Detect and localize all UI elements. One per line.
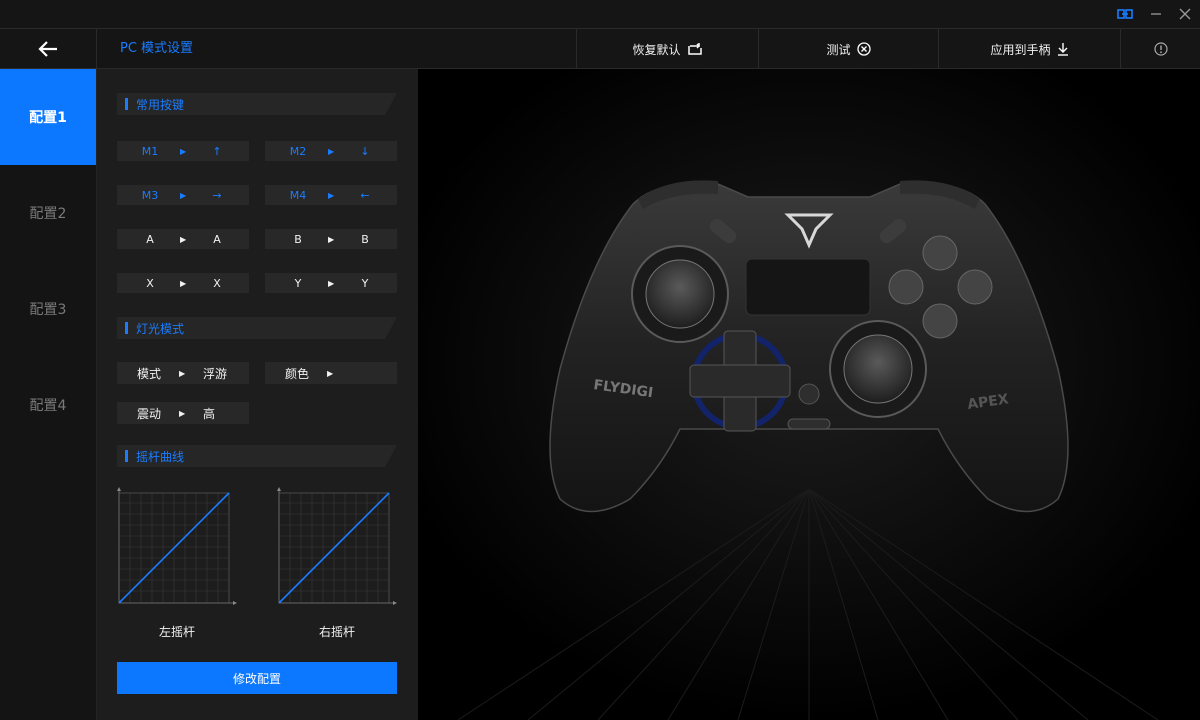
close-icon[interactable] <box>1174 4 1196 24</box>
tab-config-4[interactable]: 配置4 <box>0 357 96 453</box>
key-mapping-m2[interactable]: M2 ▶ ↓ <box>265 141 397 161</box>
right-stick-label: 右摇杆 <box>318 625 355 639</box>
config-tabs: 配置1 配置2 配置3 配置4 <box>0 69 97 720</box>
key-source: Y <box>294 276 302 290</box>
left-stick-label: 左摇杆 <box>158 625 195 639</box>
arrow-right-icon: ▶ <box>328 146 335 156</box>
common-keys-header: 常用按键 <box>117 93 397 115</box>
arrow-right-icon: ▶ <box>179 408 186 418</box>
title-bar <box>0 0 1200 28</box>
download-icon <box>1057 43 1068 56</box>
arrow-right-icon: ▶ <box>180 146 187 156</box>
arrow-right-icon: ▶ <box>180 234 187 244</box>
key-target: → <box>212 188 222 202</box>
tab-config-3[interactable]: 配置3 <box>0 261 96 357</box>
key-mapping-m1[interactable]: M1 ▶ ↑ <box>117 141 249 161</box>
light-mode-header: 灯光模式 <box>117 317 397 339</box>
controller-image: FLYDIGI APEX <box>418 69 1200 720</box>
key-source: M3 <box>141 188 159 202</box>
restore-default-button[interactable]: 恢复默认 <box>576 29 758 69</box>
key-source: M2 <box>289 144 307 158</box>
key-target: A <box>213 232 221 246</box>
key-target: X <box>213 276 221 290</box>
test-button[interactable]: 测试 <box>758 29 938 69</box>
key-source: M4 <box>289 188 307 202</box>
apply-to-controller-button[interactable]: 应用到手柄 <box>938 29 1120 69</box>
common-keys-title: 常用按键 <box>136 97 185 112</box>
header-bar: PC 模式设置 恢复默认 测试 应用到手柄 <box>0 28 1200 69</box>
light-color-select[interactable]: 颜色 ▶ <box>265 362 397 384</box>
arrow-right-icon: ▶ <box>180 278 187 288</box>
controller-preview: FLYDIGI APEX <box>418 69 1200 720</box>
arrow-right-icon: ▶ <box>180 190 187 200</box>
key-mapping-m3[interactable]: M3 ▶ → <box>117 185 249 205</box>
key-mapping-x[interactable]: X ▶ X <box>117 273 249 293</box>
right-stick-curve[interactable] <box>275 487 397 609</box>
arrow-right-icon: ▶ <box>328 190 335 200</box>
test-label: 测试 <box>826 42 851 57</box>
settings-panel: 常用按键 M1 ▶ ↑ M2 ▶ ↓ M3 ▶ → M4 ▶ ← A ▶ A B… <box>97 69 418 720</box>
light-mode-title: 灯光模式 <box>136 321 185 336</box>
key-mapping-m4[interactable]: M4 ▶ ← <box>265 185 397 205</box>
key-target: ↑ <box>212 144 222 158</box>
page-title: PC 模式设置 <box>120 41 194 56</box>
key-target: Y <box>361 276 369 290</box>
key-source: M1 <box>141 144 159 158</box>
arrow-right-icon: ▶ <box>179 368 186 378</box>
minimize-icon[interactable] <box>1145 4 1167 24</box>
arrow-right-icon: ▶ <box>327 368 334 378</box>
vibration-select[interactable]: 震动 ▶ 高 <box>117 402 249 424</box>
light-mode-value: 浮游 <box>203 366 228 381</box>
key-source: A <box>146 232 154 246</box>
light-color-label: 颜色 <box>285 366 310 381</box>
tab-config-1[interactable]: 配置1 <box>0 69 96 165</box>
apply-label: 应用到手柄 <box>990 42 1051 57</box>
stick-curve-header: 摇杆曲线 <box>117 445 397 467</box>
stick-curve-title: 摇杆曲线 <box>136 449 185 464</box>
back-button[interactable] <box>0 29 97 69</box>
arrow-right-icon: ▶ <box>328 278 335 288</box>
key-source: X <box>146 276 154 290</box>
info-button[interactable] <box>1120 29 1200 69</box>
restore-icon <box>687 43 702 55</box>
light-mode-label: 模式 <box>137 366 162 381</box>
key-mapping-b[interactable]: B ▶ B <box>265 229 397 249</box>
light-mode-select[interactable]: 模式 ▶ 浮游 <box>117 362 249 384</box>
key-target: B <box>361 232 369 246</box>
key-source: B <box>294 232 302 246</box>
key-mapping-a[interactable]: A ▶ A <box>117 229 249 249</box>
arrow-right-icon: ▶ <box>328 234 335 244</box>
modify-config-button[interactable]: 修改配置 <box>117 662 397 694</box>
info-icon <box>1153 42 1168 56</box>
vibration-label: 震动 <box>137 406 162 421</box>
restore-default-label: 恢复默认 <box>632 42 681 57</box>
left-stick-curve[interactable] <box>115 487 237 609</box>
key-target: ↓ <box>360 144 370 158</box>
test-icon <box>856 42 871 56</box>
tab-config-2[interactable]: 配置2 <box>0 165 96 261</box>
key-target: ← <box>360 188 370 202</box>
vibration-value: 高 <box>203 406 216 421</box>
arrow-left-icon <box>38 41 57 57</box>
link-icon[interactable] <box>1114 4 1136 24</box>
key-mapping-y[interactable]: Y ▶ Y <box>265 273 397 293</box>
